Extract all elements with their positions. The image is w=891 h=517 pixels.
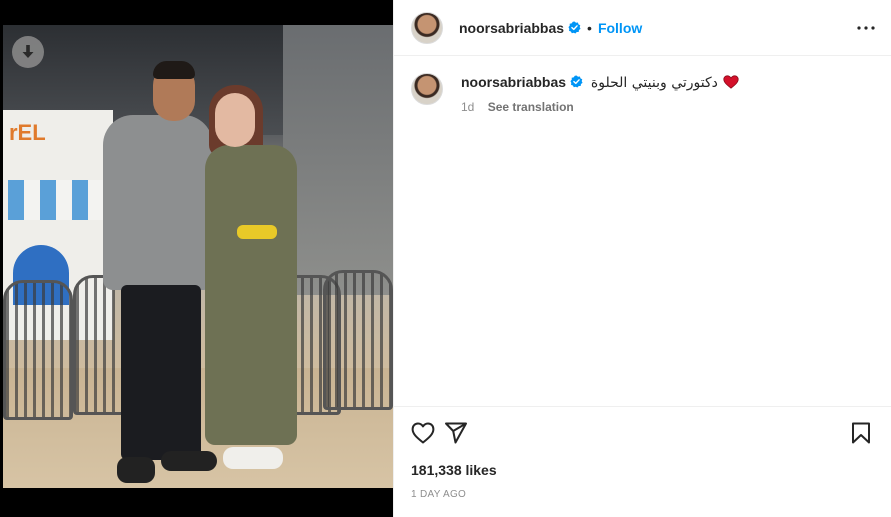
photo-awning bbox=[8, 180, 108, 220]
red-heart-icon bbox=[723, 75, 739, 89]
caption-meta: 1d See translation bbox=[461, 100, 881, 114]
avatar[interactable] bbox=[411, 11, 443, 44]
save-button[interactable] bbox=[848, 420, 874, 446]
photo-chair bbox=[323, 270, 393, 410]
verified-badge-icon bbox=[568, 21, 581, 34]
post-timestamp[interactable]: 1 DAY AGO bbox=[411, 489, 466, 500]
post-details-panel: noorsabriabbas • Follow noorsabriabbas د… bbox=[393, 0, 891, 517]
caption-username[interactable]: noorsabriabbas bbox=[461, 74, 566, 90]
more-options-icon bbox=[857, 26, 875, 30]
caption-age: 1d bbox=[461, 100, 475, 114]
photo-person-woman bbox=[201, 85, 301, 485]
share-button[interactable] bbox=[443, 420, 469, 446]
post-photo[interactable]: rEL bbox=[3, 25, 393, 488]
caption-body: noorsabriabbas دكتورتي وبنيتي الحلوة 1d … bbox=[461, 73, 881, 114]
paper-plane-icon bbox=[445, 422, 467, 444]
heart-outline-icon bbox=[411, 422, 435, 444]
photo-chair bbox=[3, 280, 73, 420]
see-translation-link[interactable]: See translation bbox=[488, 100, 574, 114]
avatar[interactable] bbox=[411, 73, 443, 105]
more-options-button[interactable] bbox=[856, 18, 876, 38]
post-actions bbox=[410, 420, 876, 446]
like-button[interactable] bbox=[410, 420, 436, 446]
download-button[interactable] bbox=[12, 36, 44, 68]
verified-badge-icon bbox=[570, 75, 583, 88]
photo-shop-sign: rEL bbox=[9, 120, 46, 145]
bookmark-icon bbox=[852, 422, 870, 444]
author-username[interactable]: noorsabriabbas bbox=[459, 20, 564, 36]
actions-divider bbox=[394, 406, 891, 407]
follow-button[interactable]: Follow bbox=[598, 20, 642, 36]
header-separator: • bbox=[587, 19, 592, 36]
photo-person-man bbox=[103, 45, 217, 485]
post-header: noorsabriabbas • Follow bbox=[394, 0, 891, 56]
post-media: rEL bbox=[0, 0, 393, 517]
download-arrow-icon bbox=[22, 45, 34, 58]
caption-text: دكتورتي وبنيتي الحلوة bbox=[590, 75, 718, 91]
likes-count[interactable]: 181,338 likes bbox=[411, 462, 497, 478]
